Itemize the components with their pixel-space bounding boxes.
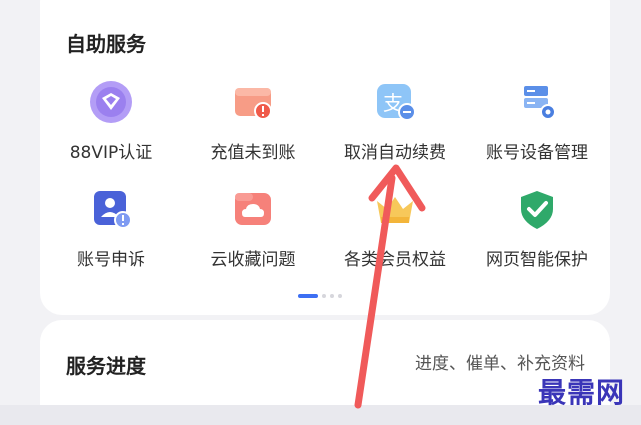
service-item-label: 云收藏问题 bbox=[210, 250, 296, 270]
account-appeal-icon bbox=[89, 187, 133, 231]
service-progress-title: 服务进度 bbox=[66, 354, 146, 378]
cloud-folder-icon bbox=[231, 187, 275, 231]
service-item-label: 88VIP认证 bbox=[69, 143, 153, 163]
service-item-label: 取消自动续费 bbox=[344, 143, 446, 163]
vip-diamond-icon bbox=[89, 80, 133, 124]
service-item-label: 网页智能保护 bbox=[486, 250, 588, 270]
service-item-label: 充值未到账 bbox=[210, 143, 296, 163]
shield-check-icon bbox=[515, 187, 559, 231]
device-server-icon bbox=[515, 80, 559, 124]
service-item-web-protection[interactable]: 网页智能保护 bbox=[466, 187, 608, 270]
service-item-label: 各类会员权益 bbox=[344, 250, 446, 270]
service-item-label: 账号设备管理 bbox=[486, 143, 588, 163]
service-item-recharge[interactable]: 充值未到账 bbox=[182, 80, 324, 163]
self-service-grid: 88VIP认证 充值未到账 支 取消自动续费 账号设备管理 账号申诉 云收藏问题… bbox=[40, 70, 610, 280]
pager-dot[interactable] bbox=[330, 294, 334, 298]
service-item-88vip[interactable]: 88VIP认证 bbox=[40, 80, 182, 163]
self-service-title: 自助服务 bbox=[66, 32, 146, 56]
pager-dot[interactable] bbox=[322, 294, 326, 298]
pager-dot-active[interactable] bbox=[298, 294, 318, 298]
service-item-cloud-favorites[interactable]: 云收藏问题 bbox=[182, 187, 324, 270]
member-crown-icon bbox=[373, 187, 417, 231]
pager-dot[interactable] bbox=[338, 294, 342, 298]
recharge-wallet-icon bbox=[231, 80, 275, 124]
service-item-cancel-autorenew[interactable]: 支 取消自动续费 bbox=[324, 80, 466, 163]
service-item-account-appeal[interactable]: 账号申诉 bbox=[40, 187, 182, 270]
service-item-device-management[interactable]: 账号设备管理 bbox=[466, 80, 608, 163]
service-item-label: 账号申诉 bbox=[77, 250, 145, 270]
service-item-member-benefits[interactable]: 各类会员权益 bbox=[324, 187, 466, 270]
watermark-logo: 最需网 bbox=[537, 376, 625, 409]
alipay-cancel-icon: 支 bbox=[373, 80, 417, 124]
